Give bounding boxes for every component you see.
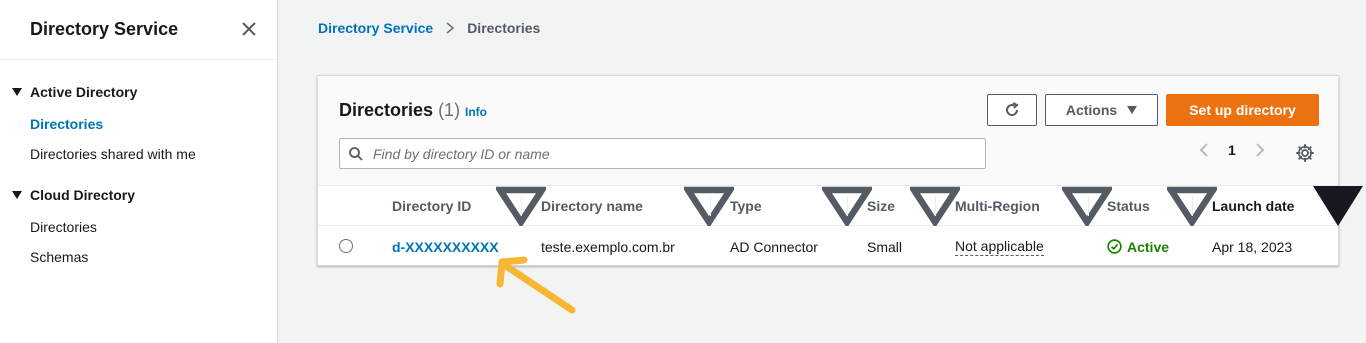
directories-table-container: Directories (1) Info Actions Set up dire… bbox=[317, 75, 1363, 266]
cell-directory-id: d-XXXXXXXXXX bbox=[392, 227, 499, 266]
column-divider[interactable] bbox=[935, 196, 936, 216]
pagination: 1 bbox=[1198, 142, 1266, 158]
column-label: Multi-Region bbox=[955, 198, 1040, 214]
column-header-multi-region[interactable]: Multi-Region bbox=[955, 186, 1040, 226]
column-header-type[interactable]: Type bbox=[730, 186, 762, 226]
cell-multi-region: Not applicable bbox=[955, 227, 1044, 266]
column-label: Status bbox=[1107, 198, 1150, 214]
search-icon bbox=[349, 146, 363, 161]
column-label: Launch date bbox=[1212, 198, 1295, 214]
chevron-right-icon bbox=[446, 22, 455, 34]
column-divider[interactable] bbox=[847, 196, 848, 216]
column-label: Size bbox=[867, 198, 896, 214]
breadcrumb-current: Directories bbox=[467, 20, 541, 36]
sidebar-item-schemas[interactable]: Schemas bbox=[30, 249, 88, 265]
table-header-area: Directories (1) Info Actions Set up dire… bbox=[318, 76, 1338, 186]
page-title: Directories (1) bbox=[339, 100, 460, 121]
sidebar-section-cloud-directory[interactable]: Cloud Directory bbox=[12, 187, 135, 203]
status-badge: Active bbox=[1107, 239, 1169, 255]
actions-button[interactable]: Actions bbox=[1045, 94, 1158, 126]
caret-down-icon bbox=[12, 191, 22, 199]
search-field[interactable] bbox=[339, 138, 986, 169]
actions-label: Actions bbox=[1065, 102, 1118, 118]
chevron-right-icon[interactable] bbox=[1254, 142, 1266, 158]
sidebar-section-label: Active Directory bbox=[30, 84, 138, 100]
caret-down-icon bbox=[12, 88, 22, 96]
page-number[interactable]: 1 bbox=[1228, 142, 1236, 158]
close-icon[interactable] bbox=[238, 18, 260, 40]
directory-id-link[interactable]: d-XXXXXXXXXX bbox=[392, 239, 499, 255]
sidebar-item-directories[interactable]: Directories bbox=[30, 116, 103, 132]
sidebar-item-cloud-directories[interactable]: Directories bbox=[30, 219, 97, 235]
column-label: Directory name bbox=[541, 198, 643, 214]
table-title: Directories bbox=[339, 100, 434, 120]
cell-type: AD Connector bbox=[730, 238, 818, 255]
set-up-directory-button[interactable]: Set up directory bbox=[1166, 94, 1319, 126]
side-navigation: Directory Service Active Directory Direc… bbox=[0, 0, 278, 343]
status-text: Active bbox=[1127, 238, 1170, 255]
cell-launch-date: Apr 18, 2023 bbox=[1212, 238, 1293, 255]
column-header-status[interactable]: Status bbox=[1107, 186, 1150, 226]
cell-size: Small bbox=[867, 238, 903, 255]
refresh-button[interactable] bbox=[987, 94, 1037, 126]
column-divider[interactable] bbox=[521, 196, 522, 216]
chevron-left-icon[interactable] bbox=[1198, 142, 1210, 158]
column-label: Type bbox=[730, 198, 762, 214]
table-row[interactable]: d-XXXXXXXXXX teste.exemplo.com.br AD Con… bbox=[318, 227, 1338, 266]
sidebar-section-active-directory[interactable]: Active Directory bbox=[12, 84, 137, 100]
sidebar-item-directories-shared[interactable]: Directories shared with me bbox=[30, 146, 196, 162]
column-header-directory-id[interactable]: Directory ID bbox=[392, 186, 471, 226]
check-circle-icon bbox=[1107, 239, 1122, 254]
breadcrumb: Directory Service Directories bbox=[318, 20, 540, 36]
sort-icon[interactable] bbox=[1062, 186, 1112, 226]
column-divider[interactable] bbox=[710, 196, 711, 216]
column-header-directory-name[interactable]: Directory name bbox=[541, 186, 643, 226]
gear-icon[interactable] bbox=[1295, 143, 1315, 163]
sidebar-section-label: Cloud Directory bbox=[30, 187, 136, 203]
directory-count: (1) bbox=[438, 100, 461, 120]
caret-down-icon bbox=[1127, 106, 1138, 114]
annotation-arrow-icon bbox=[496, 256, 576, 314]
sort-icon[interactable] bbox=[684, 186, 734, 226]
sidebar-title: Directory Service bbox=[30, 19, 179, 39]
sidebar-header: Directory Service bbox=[0, 0, 277, 60]
table-header-row: Directory ID Directory name Type Size Mu… bbox=[318, 186, 1363, 226]
info-link[interactable]: Info bbox=[465, 105, 487, 119]
column-divider[interactable] bbox=[1088, 196, 1089, 216]
refresh-icon bbox=[1006, 102, 1019, 116]
multi-region-popover[interactable]: Not applicable bbox=[955, 238, 1044, 256]
breadcrumb-directory-service[interactable]: Directory Service bbox=[318, 20, 433, 36]
column-divider[interactable] bbox=[1192, 196, 1193, 216]
cell-status: Active bbox=[1107, 227, 1169, 266]
row-select-radio[interactable] bbox=[339, 239, 353, 253]
sort-descending-icon[interactable] bbox=[1313, 186, 1363, 226]
column-label: Directory ID bbox=[392, 198, 472, 214]
column-header-launch-date[interactable]: Launch date bbox=[1212, 186, 1294, 226]
search-input[interactable] bbox=[373, 145, 963, 162]
column-header-size[interactable]: Size bbox=[867, 186, 895, 226]
